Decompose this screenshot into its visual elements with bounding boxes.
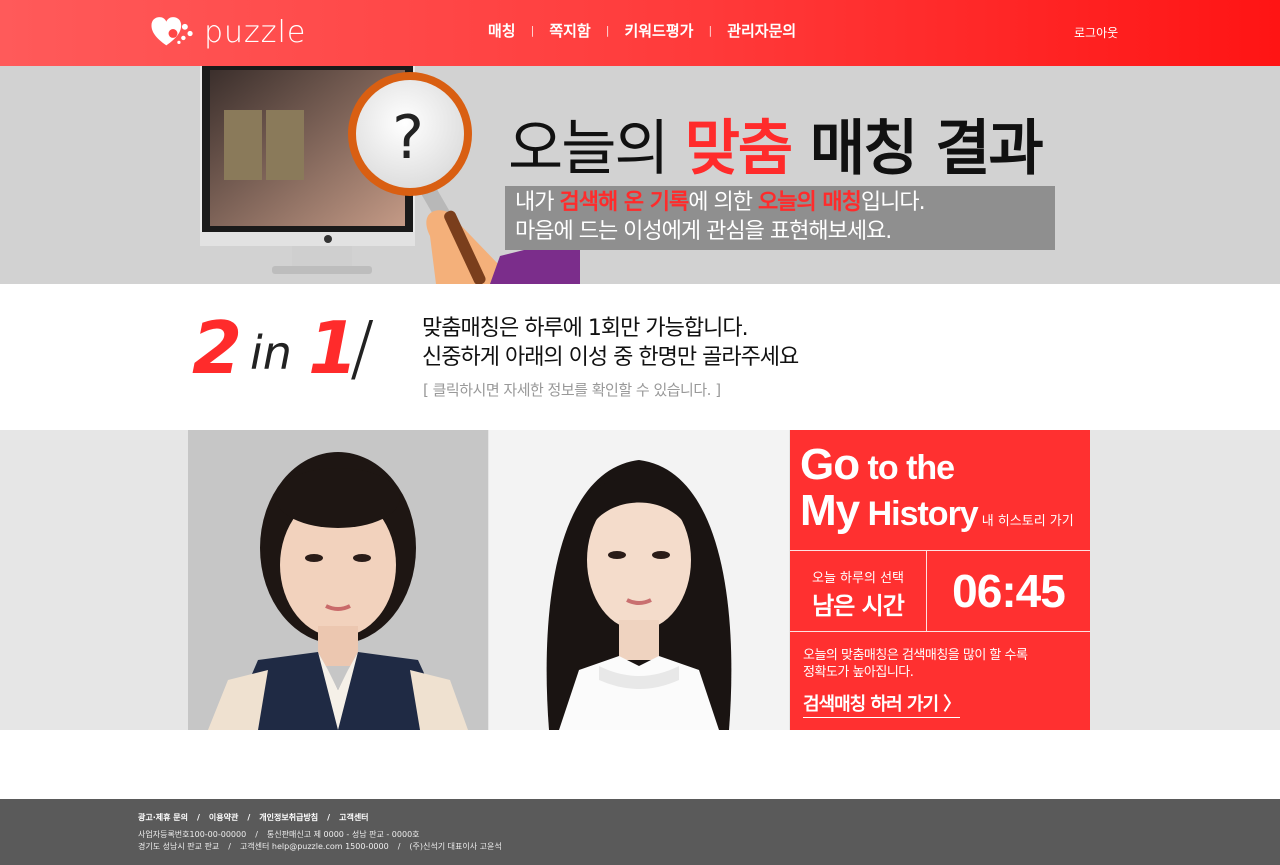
match-candidate-card-1[interactable]: [188, 430, 488, 730]
history-timer-panel: Go to the My History 내 히스토리 가기 오늘 하루의 선택 …: [790, 430, 1090, 730]
footer-link-terms[interactable]: 이용약관: [209, 813, 238, 822]
banner-text: 내가: [515, 190, 560, 215]
countdown-timer: 06:45: [952, 565, 1066, 617]
notice-line-2: 정확도가 높아집니다.: [803, 665, 914, 680]
rule-line-1: 맞춤매칭은 하루에 1회만 가능합니다.: [422, 316, 749, 341]
customer-center-contact: 고객센터 help@puzzle.com 1500-0000: [239, 842, 389, 851]
footer-separator: /: [397, 842, 401, 851]
question-mark: ?: [392, 103, 424, 173]
notice-line-1: 오늘의 맞춤매칭은 검색매칭을 많이 할 수록: [803, 648, 1028, 663]
footer-separator: /: [196, 813, 200, 822]
accuracy-notice: 오늘의 맞춤매칭은 검색매칭을 많이 할 수록 정확도가 높아집니다.: [803, 647, 1028, 681]
candidate-photo-2: [489, 430, 789, 730]
puzzle-logo[interactable]: puzzle: [150, 10, 306, 54]
word-in: in: [250, 326, 292, 380]
history-korean-label: 내 히스토리 가기: [981, 514, 1074, 529]
banner-highlight: 오늘의 매칭: [757, 190, 862, 215]
company-info: 사업자등록번호100-00-00000 / 통신판매신고 제 0000 - 성남 판…: [138, 829, 502, 853]
number-two: 2: [192, 306, 243, 390]
footer-link-privacy[interactable]: 개인정보취급방침: [259, 813, 318, 822]
to-the-word: to the: [859, 449, 956, 487]
nav-keyword-rating[interactable]: 키워드평가: [624, 20, 693, 41]
my-history-link[interactable]: Go to the My History 내 히스토리 가기: [790, 430, 1090, 550]
footer-separator: /: [255, 830, 258, 839]
company-info-line-2: 경기도 성남시 판교 판교 / 고객센터 help@puzzle.com 1500-…: [138, 841, 502, 853]
footer-link-ad-inquiry[interactable]: 광고·제휴 문의: [138, 813, 188, 822]
company-address: 경기도 성남시 판교 판교: [138, 842, 220, 851]
company-ceo: (주)신석기 대표이사 고윤석: [409, 842, 502, 851]
footer-link-support[interactable]: 고객센터: [339, 813, 368, 822]
banner-highlight: 검색해 온 기록: [559, 190, 689, 215]
match-candidate-card-2[interactable]: [489, 430, 789, 730]
banner-description-box: 내가 검색해 온 기록에 의한 오늘의 매칭입니다. 마음에 드는 이성에게 관…: [505, 186, 1055, 250]
nav-divider: |: [530, 24, 535, 37]
candidate-photo-1: [188, 430, 488, 730]
site-footer: 광고·제휴 문의 / 이용약관 / 개인정보취급방침 / 고객센터 사업자등록번호100-0…: [0, 799, 1280, 865]
nav-divider: |: [708, 24, 713, 37]
nav-admin-inquiry[interactable]: 관리자문의: [727, 20, 796, 41]
my-word: My: [800, 486, 860, 535]
go-search-matching-link[interactable]: 검색매칭 하러 가기 〉: [803, 690, 961, 718]
business-number: 사업자등록번호100-00-00000: [138, 830, 247, 839]
banner-title: 오늘의 맞춤 매칭 결과: [508, 100, 1044, 187]
matching-rule-text: 맞춤매칭은 하루에 1회만 가능합니다. 신중하게 아래의 이성 중 한명만 골…: [422, 314, 799, 372]
two-in-one-graphic: 2 in 1 /: [190, 306, 420, 390]
title-part-custom: 맞춤: [684, 114, 793, 184]
go-word: Go: [800, 440, 860, 489]
title-part-result: 매칭 결과: [791, 114, 1044, 184]
nav-matching[interactable]: 매칭: [488, 20, 516, 41]
history-word: History: [859, 495, 979, 533]
slash: /: [350, 306, 375, 390]
banner-text: 에 의한: [688, 190, 758, 215]
banner-line-2: 마음에 드는 이성에게 관심을 표현해보세요.: [515, 219, 892, 244]
title-part-today: 오늘의: [508, 114, 685, 184]
footer-separator: /: [327, 813, 331, 822]
remaining-choice-label: 오늘 하루의 선택: [812, 571, 904, 586]
logout-link[interactable]: 로그아웃: [1074, 24, 1118, 41]
top-header: puzzle 매칭 | 쪽지함 | 키워드평가 | 관리자문의 로그아웃: [0, 0, 1280, 66]
panel-divider: [790, 631, 1090, 632]
banner-line-1: 내가 검색해 온 기록에 의한 오늘의 매칭입니다.: [515, 188, 1045, 217]
banner-text: 입니다.: [860, 190, 926, 215]
logo-text: puzzle: [204, 14, 307, 50]
rule-line-2: 신중하게 아래의 이성 중 한명만 골라주세요: [422, 345, 799, 370]
my-history-text: My History 내 히스토리 가기: [800, 486, 1074, 536]
go-to-the-text: Go to the: [800, 440, 956, 490]
ecommerce-license: 통신판매신고 제 0000 - 성남 판교 - 0000호: [266, 830, 420, 839]
footer-separator: /: [247, 813, 251, 822]
panel-divider: [790, 550, 1090, 551]
click-hint: [ 클릭하시면 자세한 정보를 확인할 수 있습니다. ]: [423, 381, 721, 399]
nav-messages[interactable]: 쪽지함: [549, 20, 590, 41]
footer-separator: /: [228, 842, 231, 851]
heart-logo-icon: [151, 17, 193, 46]
nav-divider: |: [605, 24, 610, 37]
remaining-time-label: 남은 시간: [812, 592, 905, 620]
company-info-line-1: 사업자등록번호100-00-00000 / 통신판매신고 제 0000 - 성남 판…: [138, 829, 502, 841]
main-nav: 매칭 | 쪽지함 | 키워드평가 | 관리자문의: [488, 20, 796, 41]
footer-links: 광고·제휴 문의 / 이용약관 / 개인정보취급방침 / 고객센터: [138, 812, 369, 823]
todays-match-banner: ? 오늘의 맞춤 매칭 결과 내가 검색해 온 기록에 의한 오늘의 매칭입니다…: [0, 66, 1280, 284]
